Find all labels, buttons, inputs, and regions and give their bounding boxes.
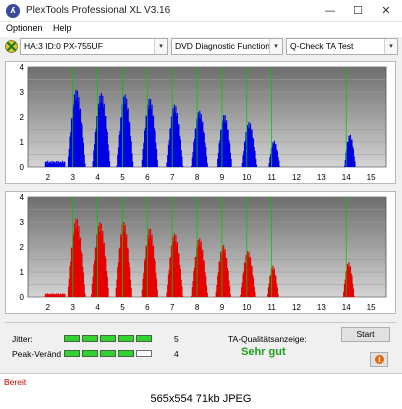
- x-tick-label: 14: [342, 303, 351, 312]
- x-tick-label: 8: [195, 303, 200, 312]
- function-select[interactable]: DVD Diagnostic Functions ▾: [171, 38, 283, 55]
- x-tick-label: 6: [145, 303, 150, 312]
- window-title: PlexTools Professional XL V3.16: [26, 5, 171, 16]
- x-tick-label: 13: [317, 173, 326, 182]
- x-tick-label: 4: [95, 173, 100, 182]
- x-tick-label: 3: [71, 303, 76, 312]
- jitter-meter: [64, 335, 152, 342]
- y-tick-label: 2: [20, 243, 25, 252]
- meter-cell: [100, 335, 116, 342]
- meter-cell: [136, 335, 152, 342]
- chevron-down-icon: ▾: [269, 39, 282, 54]
- drive-icon: [5, 40, 18, 53]
- y-tick-label: 0: [20, 293, 25, 302]
- y-tick-label: 4: [20, 193, 25, 202]
- peak-meter: [64, 350, 152, 357]
- menu-bar: Optionen Help: [0, 22, 402, 37]
- x-tick-label: 9: [220, 173, 225, 182]
- drive-select-value: HA:3 ID:0 PX-755UF: [24, 41, 103, 51]
- x-tick-label: 9: [220, 303, 225, 312]
- peak-label: Peak-Veränd: [12, 349, 62, 359]
- y-tick-label: 3: [20, 88, 25, 97]
- x-tick-label: 4: [95, 303, 100, 312]
- jitter-value: 5: [174, 334, 179, 344]
- meter-cell: [136, 350, 152, 357]
- drive-select[interactable]: HA:3 ID:0 PX-755UF ▾: [20, 38, 168, 55]
- chevron-down-icon: ▾: [384, 39, 397, 54]
- jitter-label: Jitter:: [12, 334, 33, 344]
- x-tick-label: 11: [267, 173, 276, 182]
- x-tick-label: 15: [367, 303, 376, 312]
- app-icon: ʎ: [6, 4, 20, 18]
- x-tick-label: 8: [195, 173, 200, 182]
- x-tick-label: 2: [46, 173, 51, 182]
- divider: [5, 322, 396, 323]
- start-button[interactable]: Start: [341, 327, 390, 342]
- meter-cell: [118, 350, 134, 357]
- info-button[interactable]: i: [370, 352, 388, 367]
- info-icon: i: [375, 355, 384, 364]
- y-tick-label: 1: [20, 138, 25, 147]
- y-tick-label: 2: [20, 113, 25, 122]
- status-bar: Bereit: [0, 373, 402, 389]
- jitter-chart: 012342 3 4 5 6 7 8 9 10 11 12 13 14 15: [20, 63, 387, 182]
- y-tick-label: 3: [20, 218, 25, 227]
- x-tick-label: 2: [46, 303, 51, 312]
- meter-cell: [118, 335, 134, 342]
- meter-cell: [82, 350, 98, 357]
- close-button[interactable]: ✕: [372, 0, 400, 22]
- menu-help[interactable]: Help: [53, 23, 72, 33]
- chevron-down-icon: ▾: [154, 39, 167, 54]
- title-bar: ʎ PlexTools Professional XL V3.16 — ☐ ✕: [0, 0, 402, 22]
- x-tick-label: 12: [292, 303, 301, 312]
- maximize-button[interactable]: ☐: [344, 0, 372, 22]
- meter-cell: [100, 350, 116, 357]
- x-tick-label: 7: [170, 303, 175, 312]
- x-tick-label: 15: [367, 173, 376, 182]
- image-caption: 565x554 71kb JPEG: [0, 389, 402, 409]
- x-tick-label: 3: [71, 173, 76, 182]
- test-select[interactable]: Q-Check TA Test ▾: [286, 38, 398, 55]
- jitter-chart-frame: 0 1 2 3 4 2 3 4 5 6 7 8 9 10 11 12 13 14 15: [5, 61, 396, 184]
- meter-cell: [64, 350, 80, 357]
- status-text: Bereit: [4, 377, 27, 387]
- x-tick-label: 10: [242, 173, 251, 182]
- y-tick-label: 0: [20, 163, 25, 172]
- peak-chart: 012342 3 4 5 6 7 8 9 10 11 12 13 14 15: [20, 193, 387, 312]
- test-select-value: Q-Check TA Test: [290, 41, 354, 51]
- meter-cell: [82, 335, 98, 342]
- x-tick-label: 5: [120, 303, 125, 312]
- quality-value: Sehr gut: [241, 346, 286, 358]
- x-tick-label: 14: [342, 173, 351, 182]
- x-tick-label: 11: [267, 303, 276, 312]
- x-tick-label: 13: [317, 303, 326, 312]
- y-tick-label: 1: [20, 268, 25, 277]
- meter-cell: [64, 335, 80, 342]
- x-tick-label: 12: [292, 173, 301, 182]
- minimize-button[interactable]: —: [316, 0, 344, 22]
- x-tick-label: 6: [145, 173, 150, 182]
- peak-chart-frame: 0 1 2 3 4 2 3 4 5 6 7 8 9 10 11 12 13 14 15: [5, 191, 396, 314]
- function-select-value: DVD Diagnostic Functions: [175, 41, 275, 51]
- x-tick-label: 10: [242, 303, 251, 312]
- x-tick-label: 5: [120, 173, 125, 182]
- menu-optionen[interactable]: Optionen: [6, 23, 43, 33]
- y-tick-label: 4: [20, 63, 25, 72]
- quality-label: TA-Qualitätsanzeige:: [228, 334, 307, 344]
- peak-value: 4: [174, 349, 179, 359]
- x-tick-label: 7: [170, 173, 175, 182]
